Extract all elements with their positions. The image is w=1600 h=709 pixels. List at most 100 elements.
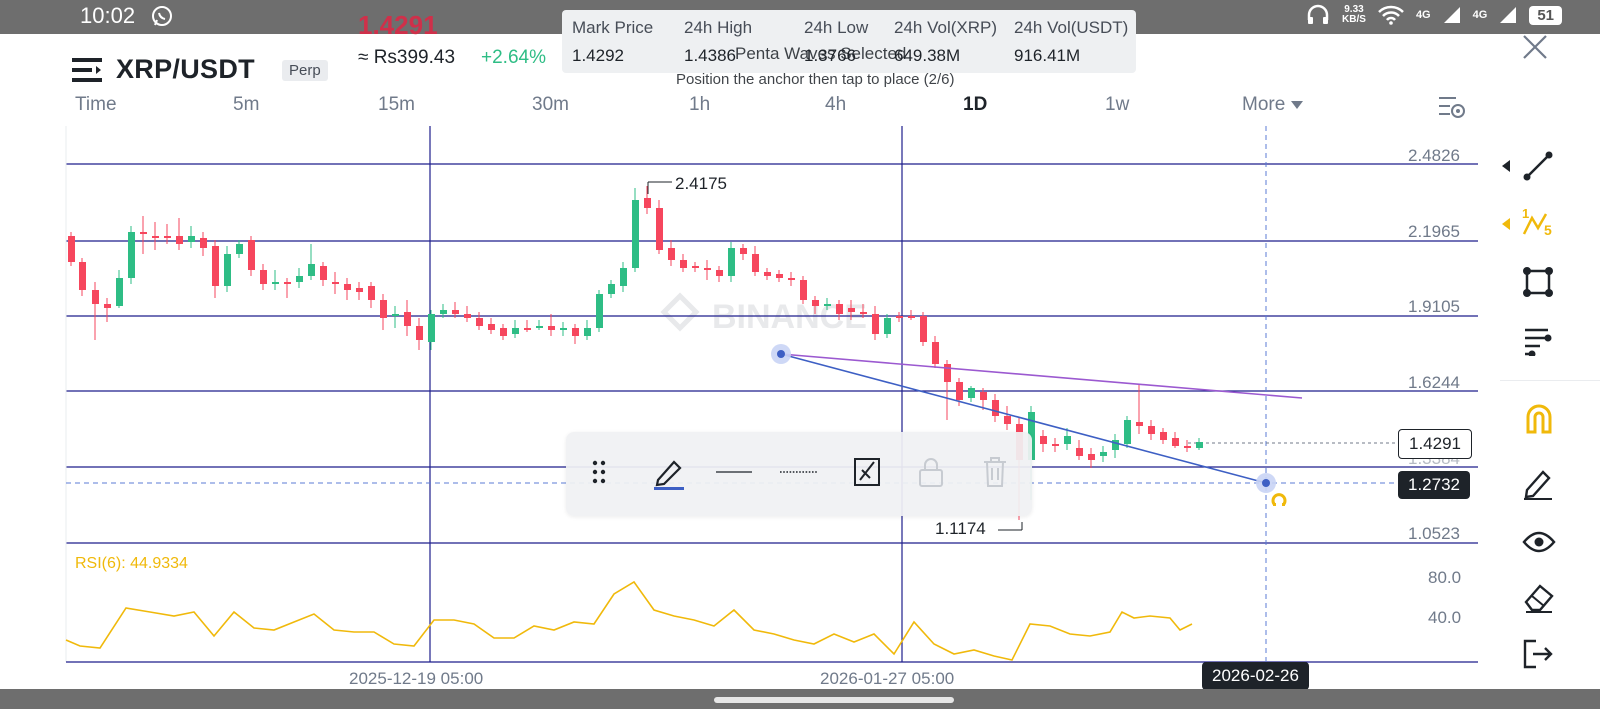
candle-body [1124,420,1131,444]
candle-body [668,248,675,260]
candle-body [332,282,339,284]
candle-body [872,314,879,334]
candle-body [79,262,86,290]
candle-body [1148,426,1155,434]
candle-body [224,254,231,286]
candle-body [140,232,147,234]
candle-body [752,254,759,272]
binance-watermark: BINANCE [712,298,867,336]
current-price-tag: 1.4291 [1398,429,1472,459]
candle-body [176,236,183,244]
candle-body [812,300,819,306]
candle-body [164,236,171,238]
candle-body [392,314,399,316]
caret-left-icon [1502,160,1510,172]
candle-body [116,278,123,306]
magnet-icon[interactable] [1522,402,1556,436]
brush-icon[interactable] [1522,466,1554,500]
candle-body [212,246,219,286]
candle-body [740,248,747,254]
candle-body [1184,446,1191,448]
candle-body [344,284,351,290]
fib-tools-icon[interactable] [1522,324,1554,356]
exit-icon[interactable] [1522,638,1554,670]
candle-body [524,328,531,330]
drawing-toolbar [566,432,1032,516]
candle-body [860,312,867,314]
drawing-tools-column: 1 5 [1500,140,1600,680]
low-marker [998,522,1023,531]
candle-body [932,342,939,364]
rsi-line [65,580,1193,661]
eye-icon[interactable] [1522,530,1556,554]
candle-body [92,290,99,304]
candle-body [1040,436,1047,444]
candle-body [248,240,255,270]
drag-handle-icon[interactable] [592,460,606,484]
candle-body [992,400,999,416]
rectangle-icon[interactable] [1522,266,1554,298]
price-level-label: 2.1965 [1408,222,1460,241]
date-axis-label: 2026-01-27 05:00 [820,669,955,688]
rsi-level-label: 80.0 [1428,568,1462,587]
rsi-indicator-label: RSI(6): 44.9334 [75,555,188,572]
candle-body [1052,444,1059,446]
trend-line-icon[interactable] [1522,150,1554,182]
candle-body [356,288,363,292]
candle-body [836,304,843,314]
candle-body [1064,436,1071,444]
eraser-icon[interactable] [1522,582,1556,614]
candle-body [236,244,243,254]
candle-body [128,232,135,278]
crosshair-price-tag: 1.2732 [1398,471,1470,499]
candle-body [296,276,303,282]
candle-body [380,300,387,318]
candle-body [764,272,771,276]
binance-logo-icon [660,292,700,332]
lock-icon[interactable] [918,456,944,488]
candle-body [632,200,639,268]
candle-body [440,310,447,314]
home-gesture-bar[interactable] [714,697,954,703]
candle-body [416,326,423,340]
candle-body [104,304,111,308]
candle-body [536,326,543,328]
candle-body [560,328,567,330]
candle-body [596,294,603,328]
low-price-label: 1.1174 [935,519,986,538]
candle-body [704,268,711,270]
candle-body [188,236,195,242]
candle-body [428,314,435,342]
penta-waves-icon[interactable]: 1 5 [1522,206,1556,240]
high-price-label: 2.4175 [675,174,727,193]
solid-line-icon[interactable] [716,470,752,474]
candle-body [656,208,663,250]
caret-left-icon [1502,218,1510,230]
pencil-icon[interactable] [654,456,684,490]
candle-body [980,392,987,400]
hide-drawings-icon[interactable] [852,456,882,488]
trash-icon[interactable] [982,456,1008,488]
dotted-line-icon[interactable] [780,470,818,474]
candle-body [848,308,855,312]
price-chart[interactable]: BINANCE [0,0,1600,689]
candle-body [584,328,591,336]
candle-body [800,280,807,300]
candle-body [692,266,699,268]
candle-body [956,382,963,400]
crosshair-date-tag: 2026-02-26 [1202,662,1309,690]
candle-body [608,284,615,294]
candle-body [896,316,903,318]
candle-body [884,318,891,334]
price-level-label: 1.0523 [1408,524,1460,543]
date-axis-label: 2025-12-19 05:00 [349,669,484,688]
candle-body [728,248,735,276]
price-level-label: 2.4826 [1408,146,1460,165]
high-marker [647,181,672,194]
candle-body [476,318,483,326]
candle-body [1136,422,1143,426]
candle-body [908,316,915,318]
candle-body [464,314,471,318]
candle-body [944,364,951,382]
candle-body [1004,416,1011,424]
